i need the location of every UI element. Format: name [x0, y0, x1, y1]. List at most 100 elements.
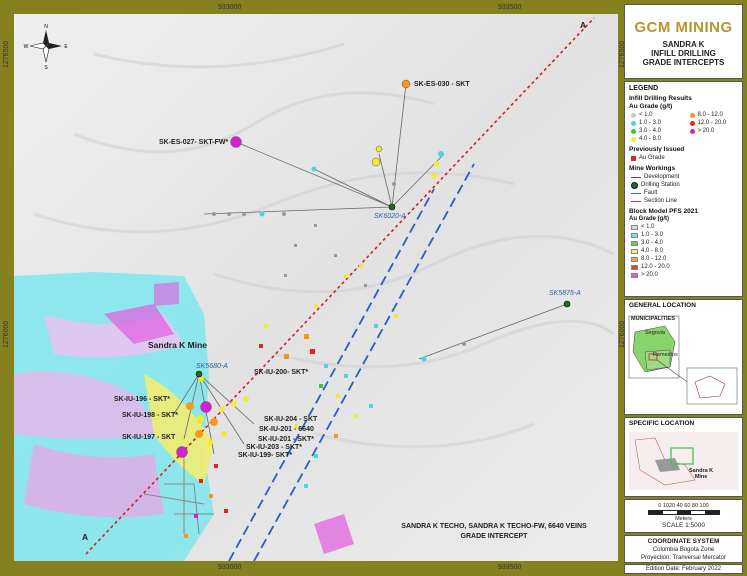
scale-box: 0 1020 40 60 80 100 Meters SCALE 1:5000 — [624, 499, 743, 533]
block-class: > 20.0 — [631, 271, 742, 279]
logo: GCM MINING — [634, 19, 733, 36]
infill-class-label: 4.0 - 8.0 — [639, 136, 662, 142]
drill-label: SK-IU-200- SKT* — [254, 369, 309, 376]
block-heading: Block Model PFS 2021 — [629, 208, 698, 215]
place-label: Remedios — [653, 352, 678, 358]
grade-square-icon — [631, 272, 638, 278]
infill-class-label: < 1.0 — [639, 112, 653, 118]
block-class: 8.0 - 12.0 — [631, 255, 742, 263]
block-class: 4.0 - 8.0 — [631, 247, 742, 255]
drill-label: SK-IU-201 - SKT* — [258, 436, 315, 443]
station-icon — [631, 181, 638, 189]
place-label: Segovia — [645, 330, 665, 336]
mine-label: Sandra K Mine — [148, 340, 208, 350]
grade-dot-icon — [631, 136, 636, 142]
cs-zone: Colombia Bogota Zone — [652, 547, 715, 553]
coord-left-2: 1276000 — [3, 320, 10, 348]
fault-icon — [631, 192, 641, 194]
block-class-label: 3.0 - 4.0 — [641, 240, 664, 246]
svg-text:N: N — [44, 24, 48, 30]
general-location-map — [628, 315, 738, 405]
drill-label: SK-IU-201 - 6640 — [259, 426, 314, 433]
infill-class: 3.0 - 4.0 — [631, 127, 684, 135]
drill-label: SK-ES-030 - SKT — [414, 81, 470, 88]
grade-square-icon — [631, 264, 638, 270]
drill-label: SK-IU-199- SKT* — [238, 452, 293, 459]
infill-heading: Infill Drilling Results — [629, 95, 692, 102]
block-class-label: 12.0 - 20.0 — [641, 264, 670, 270]
block-class: 1.0 - 3.0 — [631, 231, 742, 239]
infill-class-label: > 20.0 — [697, 128, 715, 134]
map-canvas[interactable]: N S W E A A SK6020-A SK5875-A SK5680-A S… — [14, 14, 618, 561]
infill-class: 1.0 - 3.0 — [631, 119, 684, 127]
edition-box: Edition Date: February 2022 — [624, 564, 743, 574]
caption-line-2: GRADE INTERCEPT — [460, 533, 528, 540]
station-label-sk5875: SK5875-A — [549, 290, 581, 297]
block-class: 3.0 - 4.0 — [631, 239, 742, 247]
prev-heading: Previously Issued — [629, 146, 685, 153]
sidebar: GCM MINING SANDRA K INFILL DRILLING GRAD… — [624, 4, 743, 574]
title-line: GRADE INTERCEPTS — [642, 58, 725, 67]
infill-class: > 20.0 — [689, 127, 743, 135]
map-frame: N S W E A A SK6020-A SK5875-A SK5680-A S… — [0, 0, 747, 576]
specific-location-heading: SPECIFIC LOCATION — [629, 420, 695, 427]
drill-label: SK-IU-196 - SKT* — [114, 396, 171, 403]
map-caption: SANDRA K TECHO, SANDRA K TECHO-FW, 6640 … — [384, 522, 604, 542]
legend-heading: LEGEND — [629, 85, 659, 92]
prev-item-label: Au Grade — [639, 155, 665, 161]
grade-dot-icon — [689, 128, 695, 134]
specific-location-box: SPECIFIC LOCATION Sandra K Mine — [624, 417, 743, 497]
cs-projection: Proyection: Tranversal Mercator — [640, 555, 727, 561]
section-letter-top: A — [580, 20, 587, 30]
drill-label: SK-IU-198 - SKT* — [122, 412, 179, 419]
grade-square-icon — [631, 240, 638, 246]
drill-label: SK-IU-197 - SKT — [122, 434, 176, 441]
scale-ticks: 0 1020 40 60 80 100 — [658, 503, 709, 509]
map-title: SANDRA K INFILL DRILLING GRADE INTERCEPT… — [625, 40, 742, 67]
block-class-label: 8.0 - 12.0 — [641, 256, 667, 262]
grade-dot-icon — [631, 128, 636, 134]
scale-ratio: SCALE 1:5000 — [661, 522, 705, 529]
general-location-box: GENERAL LOCATION MUNICIPALITIES Segovia … — [624, 299, 743, 415]
line-icon — [631, 176, 641, 178]
workings-item: Fault — [631, 189, 742, 197]
edition-date: Edition Date: February 2022 — [645, 566, 722, 572]
grade-dot-icon — [689, 120, 695, 126]
specific-mine-label: Sandra K Mine — [689, 468, 713, 480]
coord-left-1: 1276500 — [3, 40, 10, 68]
station-label-sk5680: SK5680-A — [196, 363, 228, 370]
section-line-icon — [631, 200, 641, 202]
workings-item: Section Line — [631, 197, 742, 205]
infill-class: 12.0 - 20.0 — [689, 119, 743, 127]
infill-class-label: 12.0 - 20.0 — [697, 120, 727, 126]
workings-label: Section Line — [644, 198, 678, 204]
workings-item: Development — [631, 173, 742, 181]
station-label-sk6020: SK6020-A — [374, 213, 406, 220]
municipalities-label: MUNICIPALITIES — [631, 316, 675, 322]
workings-item: Drilling Station — [631, 181, 742, 189]
coord-bottom-2: 933500 — [498, 564, 522, 571]
block-class-label: > 20.0 — [641, 272, 658, 278]
workings-label: Drilling Station — [641, 182, 680, 188]
legend-box: LEGEND Infill Drilling Results Au Grade … — [624, 81, 743, 297]
grade-square-icon — [631, 248, 638, 254]
drill-label: SK-IU-204 - SKT — [264, 416, 318, 423]
infill-class-label: 8.0 - 12.0 — [697, 112, 723, 118]
infill-class: 4.0 - 8.0 — [631, 135, 684, 143]
svg-text:W: W — [24, 44, 29, 50]
prev-item: Au Grade — [631, 154, 742, 162]
grade-square-icon — [631, 232, 638, 238]
title-box: GCM MINING SANDRA K INFILL DRILLING GRAD… — [624, 4, 743, 79]
workings-heading: Mine Workings — [629, 165, 676, 172]
caption-line-1: SANDRA K TECHO, SANDRA K TECHO-FW, 6640 … — [401, 523, 587, 530]
infill-class: 8.0 - 12.0 — [689, 111, 743, 119]
infill-class-label: 1.0 - 3.0 — [639, 120, 662, 126]
block-legend: < 1.0 1.0 - 3.0 3.0 - 4.0 4.0 - 8.0 8.0 - 12… — [625, 223, 742, 279]
coord-top-2: 933500 — [498, 4, 522, 11]
section-letter-bottom: A — [82, 532, 89, 542]
block-class-label: < 1.0 — [641, 224, 655, 230]
block-class: 12.0 - 20.0 — [631, 263, 742, 271]
infill-class-label: 3.0 - 4.0 — [639, 128, 662, 134]
red-square-icon — [631, 155, 636, 161]
workings-label: Fault — [644, 190, 658, 196]
